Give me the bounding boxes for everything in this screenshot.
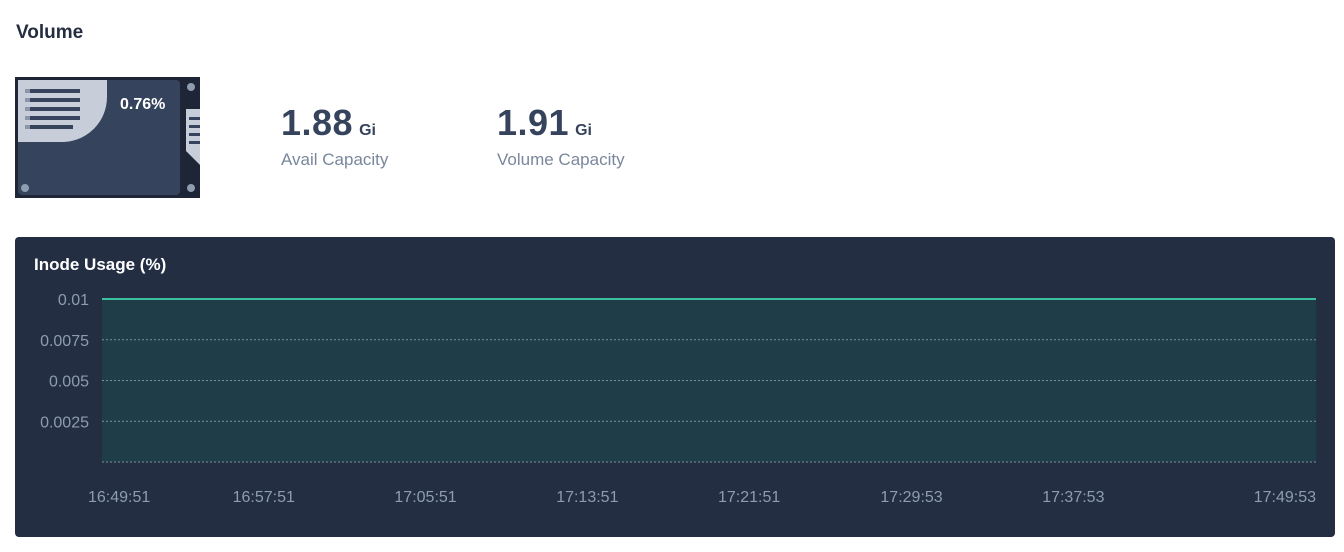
avail-capacity-label: Avail Capacity <box>281 150 389 169</box>
x-tick-label: 17:05:51 <box>394 489 456 506</box>
series-area <box>102 299 1316 462</box>
avail-capacity-stat: 1.88 Gi Avail Capacity <box>281 102 388 170</box>
x-tick-label: 16:49:51 <box>88 489 150 506</box>
disk-usage-percent: 0.76% <box>120 96 166 113</box>
x-tick-label: 17:13:51 <box>556 489 618 506</box>
volume-capacity-label: Volume Capacity <box>497 150 625 169</box>
x-tick-label: 17:21:51 <box>718 489 780 506</box>
y-tick-label: 0.0025 <box>40 414 89 431</box>
x-tick-label: 17:49:53 <box>1254 489 1316 506</box>
section-title: Volume <box>16 22 84 43</box>
volume-capacity-value: 1.91 <box>497 102 570 143</box>
volume-capacity-unit: Gi <box>575 122 592 139</box>
chart-title: Inode Usage (%) <box>34 255 167 274</box>
avail-capacity-unit: Gi <box>359 122 376 139</box>
avail-capacity-value: 1.88 <box>281 102 354 143</box>
x-tick-label: 16:57:51 <box>233 489 295 506</box>
x-tick-label: 17:29:53 <box>880 489 942 506</box>
inode-usage-chart-card: 0.01 0.0075 0.005 0.0025 16:49:51 16:57:51 17:… <box>15 237 1335 537</box>
y-tick-label: 0.01 <box>58 292 89 309</box>
x-tick-label: 17:37:53 <box>1042 489 1104 506</box>
inode-usage-chart: 0.01 0.0075 0.005 0.0025 16:49:51 16:57:51 17:… <box>40 292 1316 506</box>
y-tick-label: 0.005 <box>49 374 89 391</box>
disk-usage-icon <box>15 77 200 198</box>
y-tick-label: 0.0075 <box>40 333 89 350</box>
volume-capacity-stat: 1.91 Gi Volume Capacity <box>497 102 625 170</box>
